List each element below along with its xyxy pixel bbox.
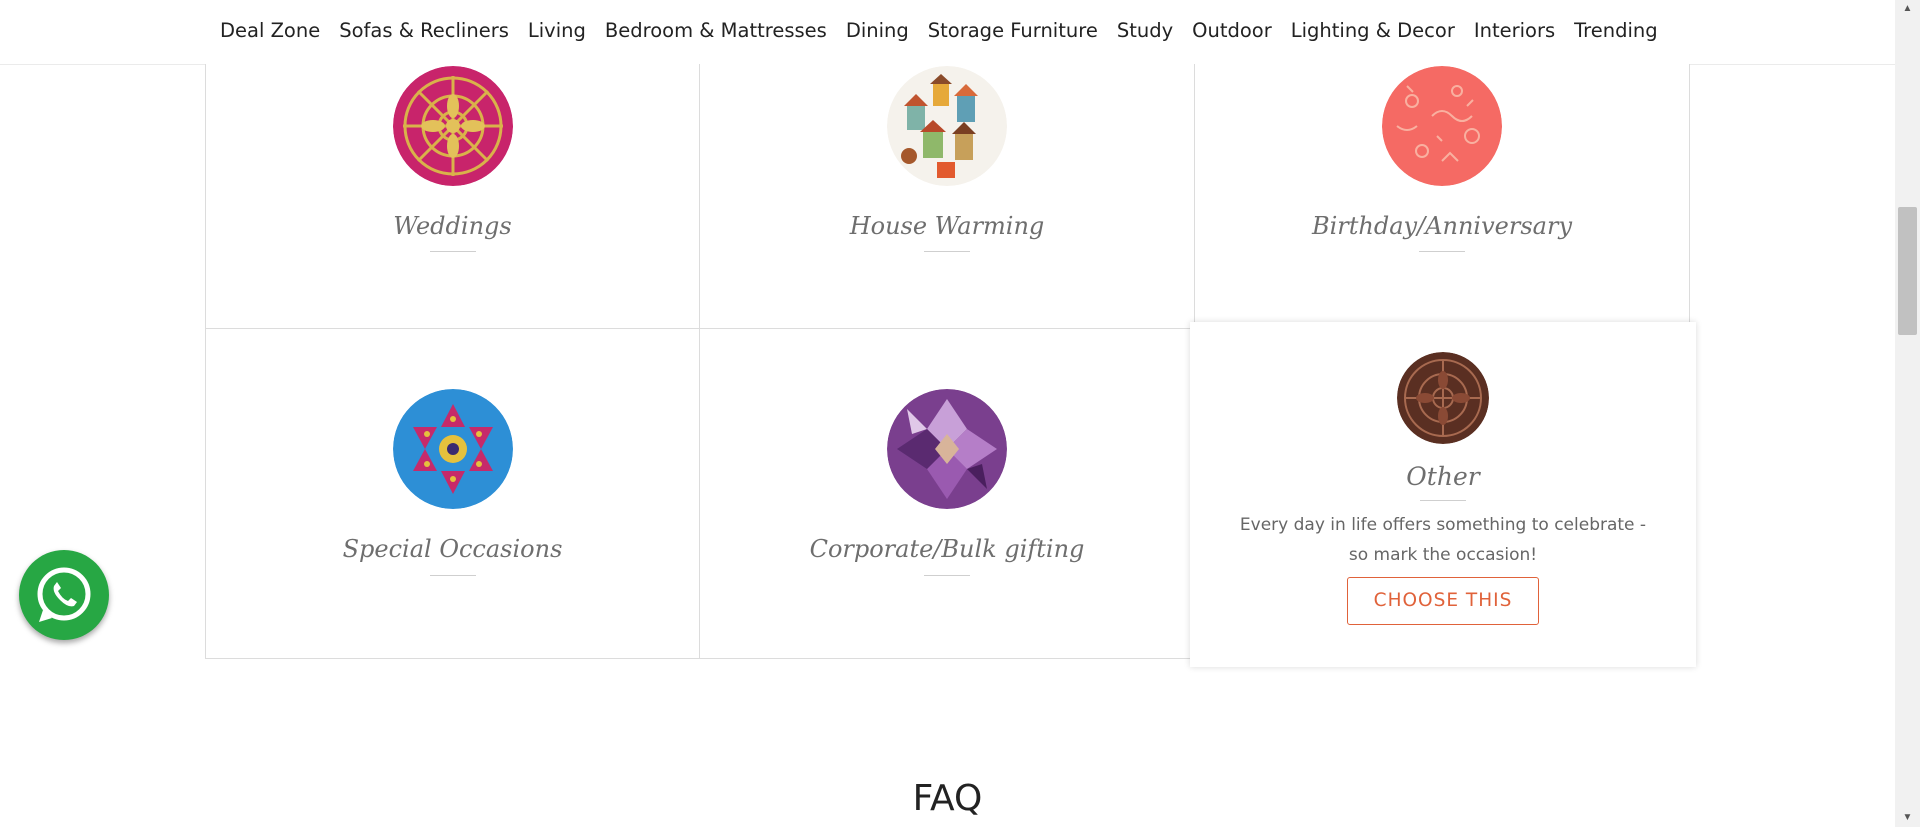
occasion-title: Other bbox=[1406, 462, 1480, 491]
title-underline bbox=[1420, 500, 1466, 501]
nav-item-outdoor[interactable]: Outdoor bbox=[1183, 16, 1282, 46]
title-underline bbox=[924, 251, 970, 252]
occasion-title: Corporate/Bulk gifting bbox=[809, 535, 1085, 563]
nav-item-bedroom-mattresses[interactable]: Bedroom & Mattresses bbox=[595, 16, 836, 46]
nav-item-lighting-decor[interactable]: Lighting & Decor bbox=[1281, 16, 1464, 46]
nav-item-study[interactable]: Study bbox=[1107, 16, 1182, 46]
occasion-card-special-occasions[interactable]: Special Occasions bbox=[205, 329, 700, 659]
whatsapp-button[interactable] bbox=[19, 550, 109, 640]
special-occasions-pattern-image bbox=[392, 389, 513, 509]
occasion-description: Every day in life offers something to ce… bbox=[1239, 515, 1647, 565]
nav-item-living[interactable]: Living bbox=[518, 16, 595, 46]
title-underline bbox=[1419, 251, 1465, 252]
birthday-anniversary-pattern-image bbox=[1382, 66, 1502, 186]
nav-item-storage-furniture[interactable]: Storage Furniture bbox=[918, 16, 1107, 46]
title-underline bbox=[429, 251, 476, 252]
nav-item-dining[interactable]: Dining bbox=[836, 16, 918, 46]
corporate-bulk-gifting-pattern-image bbox=[887, 389, 1007, 509]
scroll-down-arrow-icon[interactable]: ▼ bbox=[1895, 809, 1920, 827]
scroll-up-arrow-icon[interactable]: ▲ bbox=[1895, 0, 1920, 18]
nav-item-trending[interactable]: Trending bbox=[1565, 16, 1668, 46]
nav-item-deal-zone[interactable]: Deal Zone bbox=[220, 16, 330, 46]
occasion-card-corporate-bulk-gifting[interactable]: Corporate/Bulk gifting bbox=[700, 329, 1195, 659]
occasion-title: Special Occasions bbox=[342, 535, 563, 563]
occasion-title: Birthday/Anniversary bbox=[1311, 212, 1572, 240]
top-navigation: Deal Zone Sofas & Recliners Living Bedro… bbox=[0, 0, 1895, 65]
other-pattern-image bbox=[1397, 352, 1489, 444]
title-underline bbox=[924, 575, 970, 576]
nav-item-interiors[interactable]: Interiors bbox=[1464, 16, 1564, 46]
page-scrollbar[interactable]: ▲ ▼ bbox=[1895, 0, 1920, 827]
occasion-title: Weddings bbox=[393, 212, 512, 240]
occasion-card-other[interactable]: Other Every day in life offers something… bbox=[1190, 322, 1696, 667]
faq-heading: FAQ bbox=[912, 778, 983, 819]
nav-item-sofas-recliners[interactable]: Sofas & Recliners bbox=[330, 16, 519, 46]
occasion-card-birthday-anniversary[interactable]: Birthday/Anniversary bbox=[1195, 64, 1690, 329]
whatsapp-icon bbox=[37, 567, 91, 622]
category-menu: Deal Zone Sofas & Recliners Living Bedro… bbox=[220, 16, 1667, 46]
title-underline bbox=[429, 575, 476, 576]
occasion-title: House Warming bbox=[849, 212, 1045, 240]
choose-this-button[interactable]: CHOOSE THIS bbox=[1347, 577, 1539, 625]
occasion-card-weddings[interactable]: Weddings bbox=[205, 64, 700, 329]
scrollbar-thumb[interactable] bbox=[1898, 207, 1917, 335]
weddings-pattern-image bbox=[392, 66, 513, 186]
occasion-card-house-warming[interactable]: House Warming bbox=[700, 64, 1195, 329]
house-warming-pattern-image bbox=[887, 66, 1007, 186]
